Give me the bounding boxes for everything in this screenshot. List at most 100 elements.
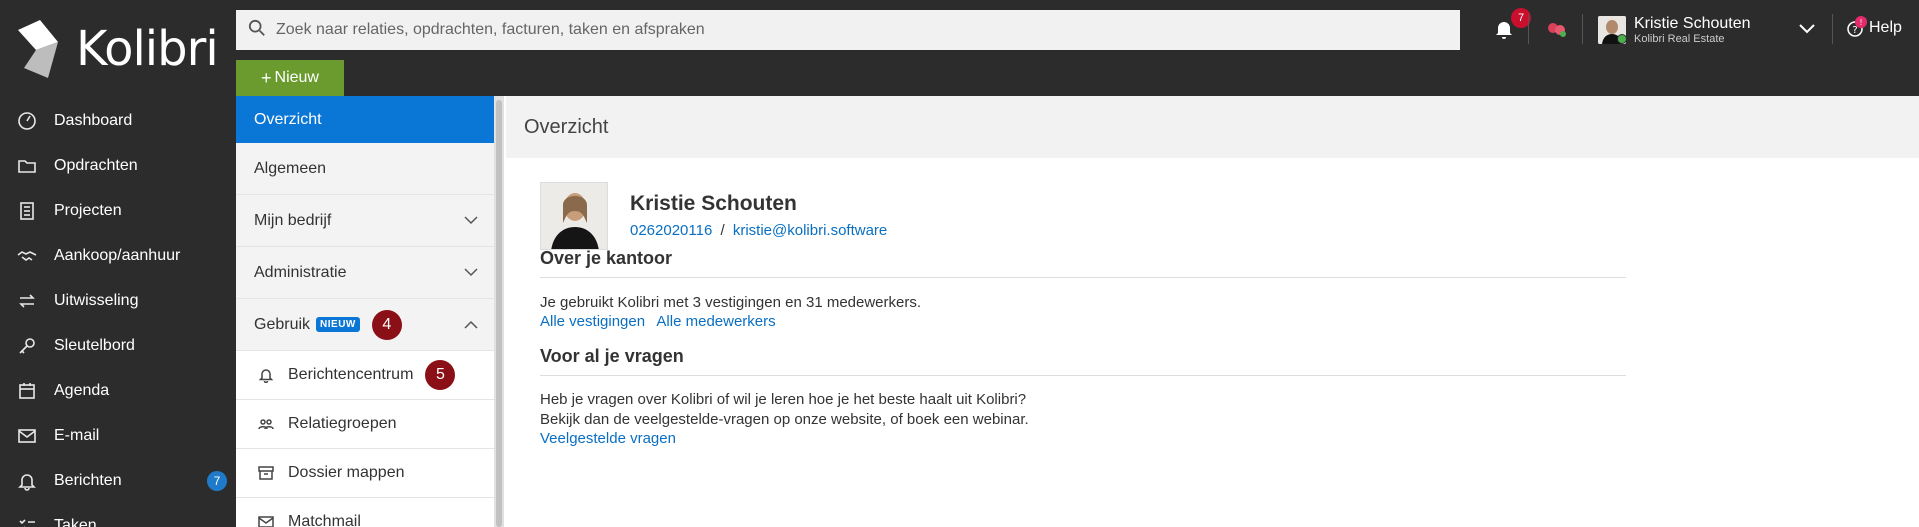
divider	[1528, 14, 1529, 44]
online-status-indicator	[1617, 34, 1627, 44]
page-title: Overzicht	[506, 96, 1919, 158]
bell-icon	[258, 366, 276, 384]
building-icon	[16, 200, 38, 222]
profile-email-link[interactable]: kristie@kolibri.software	[733, 222, 887, 239]
top-bar: + Nieuw 7 Kristie Schouten Kolibri Real …	[236, 0, 1919, 96]
submenu-scrollbar[interactable]	[494, 96, 504, 527]
berichten-count-badge: 7	[207, 470, 227, 491]
new-button[interactable]: + Nieuw	[236, 60, 344, 96]
submenu-child-relatiegroepen[interactable]: Relatiegroepen	[236, 400, 494, 449]
step-marker: 5	[425, 360, 456, 390]
sidebar-item-opdrachten[interactable]: Opdrachten	[0, 143, 236, 188]
sidebar-item-label: Taken	[54, 516, 97, 527]
settings-submenu: Overzicht Algemeen Mijn bedrijf Administ…	[236, 96, 494, 527]
office-links: Alle vestigingen Alle medewerkers	[540, 313, 1626, 330]
profile-contact: 0262020116 / kristie@kolibri.software	[630, 222, 887, 239]
office-text: Je gebruikt Kolibri met 3 vestigingen en…	[540, 294, 922, 311]
all-employees-link[interactable]: Alle medewerkers	[656, 313, 775, 330]
submenu-item-gebruik[interactable]: Gebruik NIEUW 4	[236, 299, 494, 351]
plus-icon: +	[261, 67, 272, 88]
sidebar-item-sleutelbord[interactable]: Sleutelbord	[0, 323, 236, 368]
chevron-up-icon	[464, 320, 478, 329]
submenu-child-berichtencentrum[interactable]: Berichtencentrum 5	[236, 351, 494, 400]
sidebar-item-label: Aankoop/aanhuur	[54, 246, 181, 264]
sidebar-item-aankoop[interactable]: Aankoop/aanhuur	[0, 233, 236, 278]
sidebar-item-taken[interactable]: Taken	[0, 503, 236, 527]
submenu-item-label: Mijn bedrijf	[254, 211, 332, 229]
sidebar-item-label: Agenda	[54, 381, 110, 399]
submenu-item-label: Gebruik	[254, 315, 311, 333]
chevron-down-icon	[464, 216, 478, 225]
submenu-item-label: Administratie	[254, 263, 347, 281]
sidebar-item-berichten[interactable]: Berichten 7	[0, 458, 236, 503]
profile-card: Kristie Schouten 0262020116 / kristie@ko…	[540, 182, 887, 250]
kolibri-logo[interactable]: Kolibri	[18, 18, 219, 80]
submenu-child-label: Dossier mappen	[288, 464, 405, 481]
app-name: Kolibri	[76, 21, 219, 77]
mail-icon	[16, 425, 38, 447]
archive-icon	[258, 464, 276, 482]
bell-icon	[16, 470, 38, 492]
help-badge: !	[1855, 16, 1867, 28]
submenu-child-label: Berichtencentrum	[288, 366, 414, 383]
sidebar-item-label: Projecten	[54, 201, 122, 219]
submenu-item-label: Algemeen	[254, 159, 327, 177]
submenu-child-label: Matchmail	[288, 513, 361, 527]
sidebar-item-label: Opdrachten	[54, 156, 138, 174]
sidebar-item-label: E-mail	[54, 426, 100, 444]
submenu-item-label: Overzicht	[254, 110, 322, 128]
questions-section: Voor al je vragen Heb je vragen over Kol…	[540, 346, 1626, 448]
main-sidebar: Kolibri Dashboard Opdrachten Projecten A…	[0, 0, 236, 527]
submenu-item-overzicht[interactable]: Overzicht	[236, 96, 494, 143]
sidebar-item-uitwisseling[interactable]: Uitwisseling	[0, 278, 236, 323]
sidebar-item-agenda[interactable]: Agenda	[0, 368, 236, 413]
sidebar-item-label: Uitwisseling	[54, 291, 139, 309]
profile-phone-link[interactable]: 0262020116	[630, 222, 712, 239]
user-name[interactable]: Kristie Schouten	[1634, 15, 1751, 33]
submenu-item-administratie[interactable]: Administratie	[236, 247, 494, 299]
scrollbar-thumb[interactable]	[496, 100, 502, 527]
main-nav: Dashboard Opdrachten Projecten Aankoop/a…	[0, 98, 236, 527]
divider	[1832, 14, 1833, 44]
roses-icon[interactable]	[1546, 20, 1568, 38]
submenu-child-dossier-mappen[interactable]: Dossier mappen	[236, 449, 494, 498]
users-icon	[258, 415, 276, 433]
faq-link[interactable]: Veelgestelde vragen	[540, 430, 676, 447]
sidebar-item-label: Berichten	[54, 471, 122, 489]
questions-line-1: Heb je vragen over Kolibri of wil je ler…	[540, 391, 1027, 408]
sidebar-item-email[interactable]: E-mail	[0, 413, 236, 458]
step-marker: 4	[371, 309, 402, 340]
sidebar-item-label: Sleutelbord	[54, 336, 135, 354]
help-label[interactable]: Help	[1869, 19, 1902, 37]
search-icon	[248, 19, 266, 42]
profile-info: Kristie Schouten 0262020116 / kristie@ko…	[630, 192, 887, 250]
tasks-icon	[16, 515, 38, 527]
submenu-item-algemeen[interactable]: Algemeen	[236, 143, 494, 195]
new-button-label: Nieuw	[274, 69, 319, 86]
handshake-icon	[16, 245, 38, 267]
office-section: Over je kantoor Je gebruikt Kolibri met …	[540, 248, 1626, 330]
global-search[interactable]	[236, 10, 1460, 50]
profile-photo	[540, 182, 608, 250]
all-branches-link[interactable]: Alle vestigingen	[540, 313, 645, 330]
divider	[1582, 14, 1583, 44]
calendar-icon	[16, 380, 38, 402]
submenu-child-matchmail[interactable]: Matchmail	[236, 498, 494, 527]
questions-heading: Voor al je vragen	[540, 346, 1626, 376]
sidebar-item-dashboard[interactable]: Dashboard	[0, 98, 236, 143]
folder-icon	[16, 155, 38, 177]
kolibri-logo-icon	[18, 20, 66, 78]
questions-line-2: Bekijk dan de veelgestelde-vragen op onz…	[540, 411, 1029, 428]
user-company: Kolibri Real Estate	[1634, 33, 1725, 45]
search-input[interactable]	[276, 21, 1426, 39]
sidebar-item-projecten[interactable]: Projecten	[0, 188, 236, 233]
profile-name: Kristie Schouten	[630, 192, 797, 215]
submenu-item-mijn-bedrijf[interactable]: Mijn bedrijf	[236, 195, 494, 247]
key-icon	[16, 335, 38, 357]
main-content: Overzicht Kristie Schouten 0262020116 / …	[506, 96, 1919, 527]
mail-icon	[258, 513, 276, 527]
submenu-child-label: Relatiegroepen	[288, 415, 397, 432]
chevron-down-icon[interactable]	[1798, 22, 1816, 34]
sidebar-item-label: Dashboard	[54, 111, 133, 129]
new-badge: NIEUW	[316, 317, 360, 332]
